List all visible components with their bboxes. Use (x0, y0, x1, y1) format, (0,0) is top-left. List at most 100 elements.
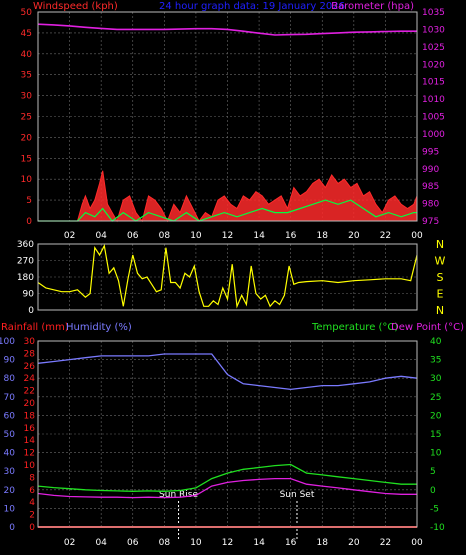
humidity-tick-label: 80 (4, 374, 16, 384)
humidity-tick-label: 30 (4, 467, 16, 477)
windspeed-tick-label: 40 (21, 50, 33, 60)
x-tick-label: 04 (95, 538, 107, 548)
x-tick-label: 14 (253, 231, 265, 241)
rainfall-tick-label: 28 (24, 349, 36, 359)
rainfall-tick-label: 22 (24, 387, 35, 397)
x-tick-label: 12 (222, 538, 233, 548)
windspeed-tick-label: 25 (21, 113, 32, 123)
windspeed-tick-label: 50 (21, 8, 33, 18)
rainfall-tick-label: 20 (24, 399, 36, 409)
rainfall-tick-label: 4 (29, 498, 35, 508)
rainfall-tick-label: 30 (24, 337, 36, 347)
temperature-tick-label: 5 (430, 467, 436, 477)
temperature-tick-label: 20 (430, 411, 442, 421)
chart-title: 24 hour graph data: 19 January 2026 (159, 1, 345, 12)
x-tick-label: 08 (159, 231, 171, 241)
direction-tick-label: 360 (17, 240, 34, 250)
windspeed-axis-title: Windspeed (kph) (33, 1, 118, 12)
barometer-axis-title: Barometer (hpa) (331, 1, 414, 12)
compass-label: N (436, 304, 444, 317)
temperature-tick-label: 10 (430, 449, 442, 459)
compass-label: W (435, 255, 446, 268)
humidity-tick-label: 90 (4, 356, 16, 366)
temperature-tick-label: 40 (430, 337, 442, 347)
temperature-axis-title: Temperature (°C) (311, 322, 398, 333)
x-tick-label: 10 (190, 231, 202, 241)
x-tick-label: 00 (411, 538, 423, 548)
rainfall-tick-label: 26 (24, 362, 36, 372)
x-tick-label: 20 (348, 231, 360, 241)
rainfall-tick-label: 10 (24, 461, 36, 471)
barometer-tick-label: 1035 (422, 8, 445, 18)
x-tick-label: 06 (127, 538, 139, 548)
compass-label: S (437, 271, 444, 284)
humidity-tick-label: 20 (4, 486, 16, 496)
x-tick-label: 22 (380, 231, 391, 241)
rainfall-tick-label: 0 (29, 523, 35, 533)
barometer-tick-label: 980 (422, 200, 439, 210)
humidity-tick-label: 50 (4, 430, 16, 440)
x-tick-label: 22 (380, 538, 391, 548)
x-tick-label: 10 (190, 538, 202, 548)
x-tick-label: 16 (285, 538, 297, 548)
rainfall-tick-label: 14 (24, 436, 36, 446)
humidity-tick-label: 40 (4, 449, 16, 459)
rainfall-axis-title: Rainfall (mm) (1, 322, 69, 333)
x-tick-label: 02 (64, 538, 75, 548)
barometer-tick-label: 1005 (422, 113, 445, 123)
direction-tick-label: 0 (28, 306, 34, 316)
temperature-tick-label: 35 (430, 356, 441, 366)
x-tick-label: 18 (317, 538, 329, 548)
rainfall-tick-label: 16 (24, 424, 36, 434)
barometer-tick-label: 995 (422, 147, 439, 157)
x-tick-label: 02 (64, 231, 75, 241)
direction-tick-label: 180 (17, 273, 34, 283)
rainfall-tick-label: 18 (24, 411, 36, 421)
barometer-tick-label: 1025 (422, 43, 445, 53)
x-tick-label: 12 (222, 231, 233, 241)
rainfall-tick-label: 6 (29, 486, 35, 496)
x-tick-label: 14 (253, 538, 265, 548)
humidity-tick-label: 60 (4, 411, 16, 421)
sun-annotation-label: Sun Set (280, 490, 315, 500)
direction-tick-label: 270 (17, 257, 34, 267)
x-tick-label: 18 (317, 231, 329, 241)
barometer-tick-label: 1020 (422, 60, 445, 70)
x-tick-label: 16 (285, 231, 297, 241)
barometer-tick-label: 990 (422, 165, 439, 175)
windspeed-tick-label: 15 (21, 154, 32, 164)
weather-graph: Windspeed (kph) 24 hour graph data: 19 J… (0, 0, 466, 555)
temperature-tick-label: 0 (430, 486, 436, 496)
temperature-tick-label: -5 (430, 504, 439, 514)
temperature-tick-label: -10 (430, 523, 445, 533)
humidity-tick-label: 100 (0, 337, 15, 347)
x-tick-label: 08 (159, 538, 171, 548)
windspeed-tick-label: 45 (21, 29, 32, 39)
windspeed-tick-label: 30 (21, 92, 33, 102)
windspeed-tick-label: 20 (21, 133, 33, 143)
x-tick-label: 20 (348, 538, 360, 548)
windspeed-tick-label: 35 (21, 71, 32, 81)
compass-label: N (436, 238, 444, 251)
barometer-tick-label: 1015 (422, 78, 445, 88)
temperature-tick-label: 30 (430, 374, 442, 384)
rainfall-tick-label: 2 (29, 511, 35, 521)
windspeed-tick-label: 10 (21, 175, 33, 185)
barometer-tick-label: 985 (422, 182, 439, 192)
rainfall-tick-label: 24 (24, 374, 36, 384)
barometer-tick-label: 1010 (422, 95, 445, 105)
windspeed-tick-label: 5 (26, 196, 32, 206)
temperature-tick-label: 15 (430, 430, 441, 440)
humidity-tick-label: 70 (4, 393, 16, 403)
rainfall-tick-label: 12 (24, 449, 35, 459)
compass-label: E (437, 288, 444, 301)
direction-tick-label: 90 (23, 290, 35, 300)
humidity-tick-label: 0 (9, 523, 15, 533)
x-tick-label: 06 (127, 231, 139, 241)
temperature-tick-label: 25 (430, 393, 441, 403)
x-tick-label: 00 (411, 231, 423, 241)
windspeed-tick-label: 0 (26, 217, 32, 227)
humidity-tick-label: 10 (4, 504, 16, 514)
humidity-axis-title: Humidity (%) (66, 322, 132, 333)
barometer-tick-label: 1030 (422, 25, 445, 35)
